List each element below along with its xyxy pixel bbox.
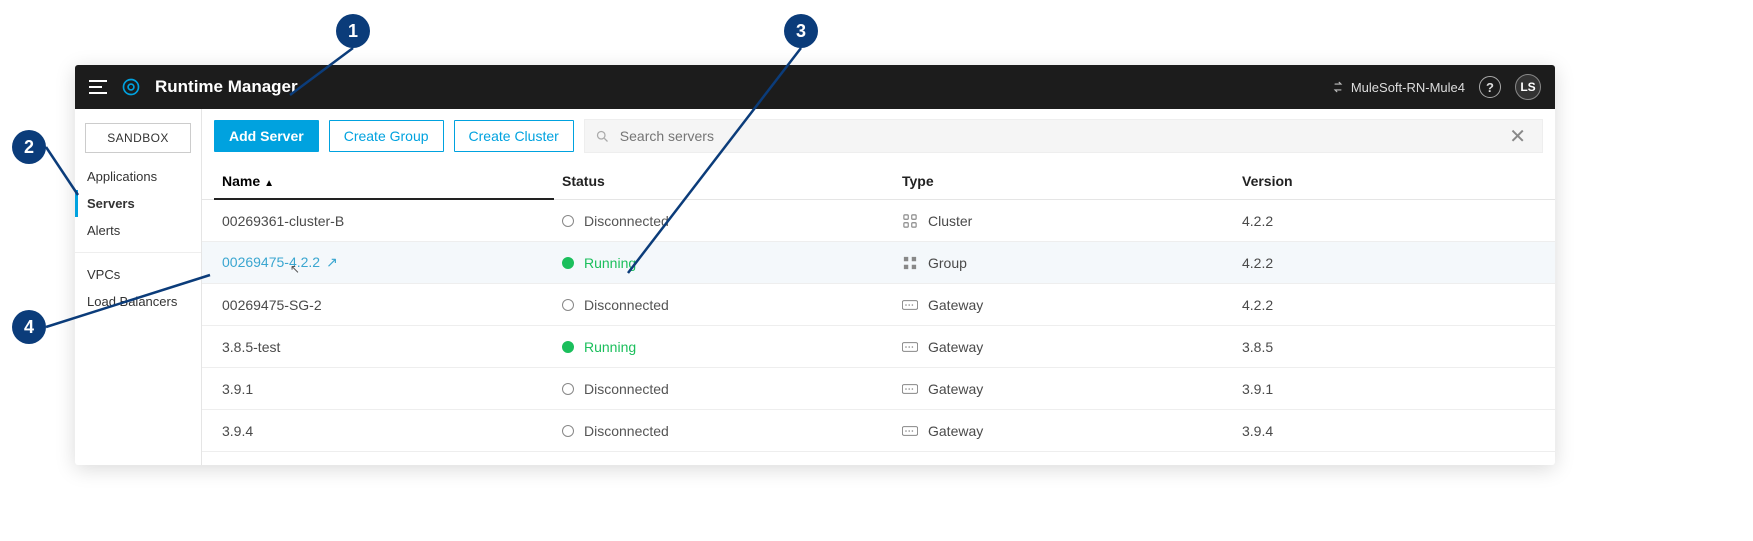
- status-cell: Disconnected: [554, 413, 894, 449]
- version-cell: 4.2.2: [1234, 287, 1543, 323]
- status-cell: Running: [554, 329, 894, 365]
- name-cell: 00269361-cluster-B: [214, 203, 554, 239]
- gateway-icon: [902, 383, 918, 395]
- sort-asc-icon: ▲: [264, 178, 274, 189]
- name-cell: 3.9.4: [214, 413, 554, 449]
- env-chip[interactable]: SANDBOX: [85, 123, 191, 153]
- status-indicator-icon: [562, 425, 574, 437]
- table-row[interactable]: 00269361-cluster-B Disconnected Cluster 4.2…: [202, 200, 1555, 242]
- status-cell: Running: [554, 245, 894, 281]
- status-indicator-icon: [562, 383, 574, 395]
- avatar[interactable]: LS: [1515, 74, 1541, 100]
- name-cell: 3.8.5-test: [214, 329, 554, 365]
- col-status-header[interactable]: Status: [554, 163, 894, 199]
- status-text: Running: [584, 255, 636, 271]
- type-cell: Cluster: [894, 203, 1234, 239]
- sidebar-separator: [75, 252, 201, 253]
- status-cell: Disconnected: [554, 371, 894, 407]
- sidebar-item-vpcs[interactable]: VPCs: [75, 261, 201, 288]
- table-row[interactable]: 3.9.1 Disconnected Gateway 3.9.1: [202, 368, 1555, 410]
- search-input[interactable]: [620, 128, 1493, 144]
- status-text: Disconnected: [584, 423, 669, 439]
- type-text: Gateway: [928, 339, 983, 355]
- sidebar-item-applications[interactable]: Applications: [75, 163, 201, 190]
- create-cluster-button[interactable]: Create Cluster: [454, 120, 574, 152]
- type-cell: Group: [894, 245, 1234, 281]
- status-text: Running: [584, 339, 636, 355]
- table-row[interactable]: 3.9.4 Disconnected Gateway 3.9.4: [202, 410, 1555, 452]
- version-cell: 4.2.2: [1234, 245, 1543, 281]
- callout-3: 3: [784, 14, 818, 48]
- callout-2: 2: [12, 130, 46, 164]
- status-text: Disconnected: [584, 297, 669, 313]
- status-indicator-icon: [562, 215, 574, 227]
- create-group-button[interactable]: Create Group: [329, 120, 444, 152]
- search-icon: [595, 129, 610, 144]
- clear-search-icon[interactable]: ✕: [1503, 124, 1532, 149]
- status-text: Disconnected: [584, 213, 669, 229]
- type-text: Gateway: [928, 297, 983, 313]
- search-wrap: ✕: [584, 119, 1543, 153]
- table-row[interactable]: 3.8.5-test Running Gateway 3.8.5: [202, 326, 1555, 368]
- menu-icon[interactable]: [89, 80, 107, 94]
- open-icon[interactable]: ↗: [326, 254, 338, 270]
- table-row[interactable]: 00269475-SG-2 Disconnected Gateway 4.2.2: [202, 284, 1555, 326]
- cluster-icon: [902, 215, 918, 227]
- col-name-header[interactable]: Name▲: [214, 163, 554, 199]
- type-text: Cluster: [928, 213, 972, 229]
- type-text: Gateway: [928, 423, 983, 439]
- sidebar-item-load-balancers[interactable]: Load Balancers: [75, 288, 201, 315]
- type-cell: Gateway: [894, 413, 1234, 449]
- name-cell: 3.9.1: [214, 371, 554, 407]
- app-shell: Runtime Manager MuleSoft-RN-Mule4 ? LS S…: [75, 65, 1555, 465]
- gateway-icon: [902, 425, 918, 437]
- type-text: Group: [928, 255, 967, 271]
- server-link[interactable]: 00269475-4.2.2: [222, 254, 320, 270]
- type-cell: Gateway: [894, 287, 1234, 323]
- version-cell: 3.8.5: [1234, 329, 1543, 365]
- version-cell: 4.2.2: [1234, 203, 1543, 239]
- gateway-icon: [902, 341, 918, 353]
- app-title: Runtime Manager: [155, 77, 298, 97]
- callout-1: 1: [336, 14, 370, 48]
- type-text: Gateway: [928, 381, 983, 397]
- type-cell: Gateway: [894, 329, 1234, 365]
- status-indicator-icon: [562, 257, 574, 269]
- status-text: Disconnected: [584, 381, 669, 397]
- status-cell: Disconnected: [554, 203, 894, 239]
- group-icon: [902, 257, 918, 269]
- status-cell: Disconnected: [554, 287, 894, 323]
- gateway-icon: [902, 299, 918, 311]
- version-cell: 3.9.1: [1234, 371, 1543, 407]
- col-type-header[interactable]: Type: [894, 163, 1234, 199]
- help-button[interactable]: ?: [1479, 76, 1501, 98]
- status-indicator-icon: [562, 341, 574, 353]
- status-indicator-icon: [562, 299, 574, 311]
- type-cell: Gateway: [894, 371, 1234, 407]
- main: Add Server Create Group Create Cluster ✕…: [202, 109, 1555, 465]
- sidebar-item-servers[interactable]: Servers: [75, 190, 201, 217]
- org-name: MuleSoft-RN-Mule4: [1351, 80, 1465, 95]
- name-cell: 00269475-4.2.2 ↗ ↖: [214, 244, 554, 281]
- col-version-header[interactable]: Version: [1234, 163, 1543, 199]
- sidebar-item-alerts[interactable]: Alerts: [75, 217, 201, 244]
- switch-icon: [1331, 80, 1345, 94]
- sidebar: SANDBOX Applications Servers Alerts VPCs…: [75, 109, 202, 465]
- add-server-button[interactable]: Add Server: [214, 120, 319, 152]
- servers-table: Name▲ Status Type Version 00269361-clust…: [202, 163, 1555, 465]
- table-header: Name▲ Status Type Version: [202, 163, 1555, 200]
- table-row[interactable]: 00269475-4.2.2 ↗ ↖ Running Group 4.2.2: [202, 242, 1555, 284]
- logo-icon: [121, 77, 141, 97]
- name-cell: 00269475-SG-2: [214, 287, 554, 323]
- cursor-icon: ↖: [290, 262, 300, 276]
- toolbar: Add Server Create Group Create Cluster ✕: [202, 109, 1555, 163]
- org-switcher[interactable]: MuleSoft-RN-Mule4: [1331, 80, 1465, 95]
- topbar: Runtime Manager MuleSoft-RN-Mule4 ? LS: [75, 65, 1555, 109]
- callout-4: 4: [12, 310, 46, 344]
- version-cell: 3.9.4: [1234, 413, 1543, 449]
